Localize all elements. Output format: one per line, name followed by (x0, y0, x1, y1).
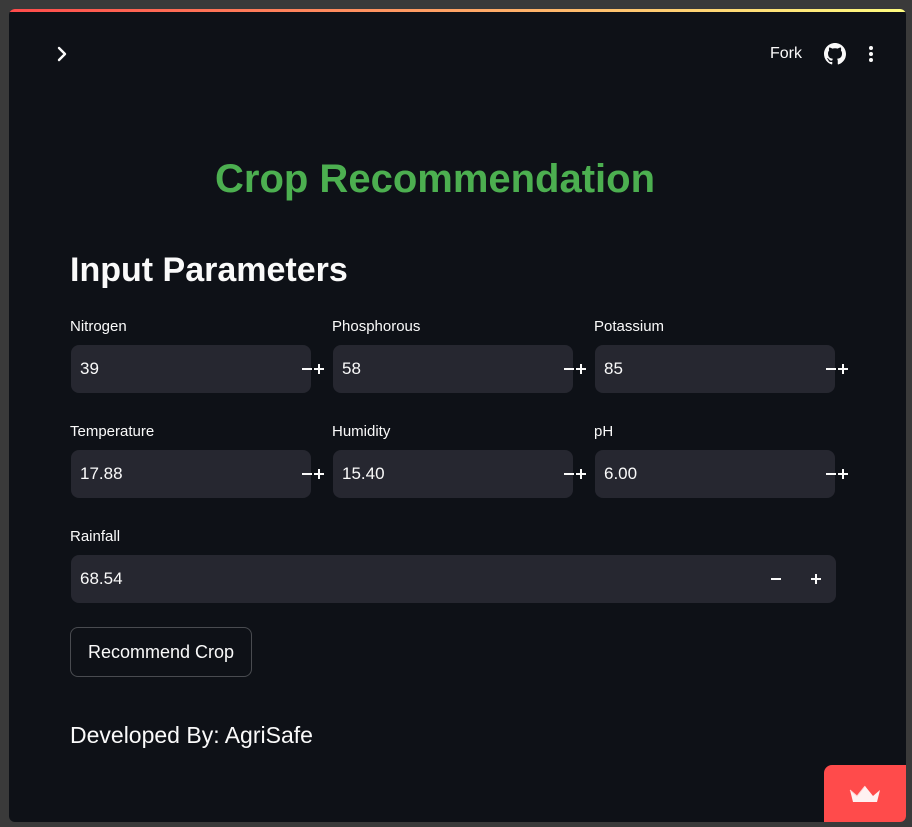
phosphorous-input[interactable] (333, 359, 563, 379)
ph-field: pH (594, 420, 848, 500)
plus-icon (576, 469, 586, 479)
phosphorous-field: Phosphorous (332, 315, 586, 395)
nitrogen-decrement-button[interactable] (301, 345, 313, 393)
rainfall-field: Rainfall (70, 525, 837, 605)
more-vertical-icon (869, 46, 873, 62)
humidity-input-container (333, 450, 586, 498)
streamlit-badge[interactable] (824, 765, 906, 822)
humidity-input[interactable] (333, 464, 563, 484)
minus-icon (302, 473, 312, 475)
rainfall-decrement-button[interactable] (756, 555, 796, 603)
ph-decrement-button[interactable] (825, 450, 837, 498)
potassium-input-container (595, 345, 848, 393)
temperature-decrement-button[interactable] (301, 450, 313, 498)
minus-icon (826, 368, 836, 370)
temperature-input-container (71, 450, 324, 498)
sidebar-toggle-button[interactable] (49, 41, 75, 67)
phosphorous-input-container (333, 345, 586, 393)
rainfall-input-container (71, 555, 836, 603)
fork-link[interactable]: Fork (770, 45, 802, 63)
main-menu-button[interactable] (868, 45, 874, 63)
ph-label: pH (594, 423, 614, 440)
humidity-increment-button[interactable] (575, 450, 587, 498)
humidity-decrement-button[interactable] (563, 450, 575, 498)
header-decoration-bar (9, 9, 906, 12)
minus-icon (302, 368, 312, 370)
temperature-input[interactable] (71, 464, 301, 484)
nitrogen-input-container (71, 345, 324, 393)
minus-icon (564, 368, 574, 370)
temperature-label: Temperature (70, 423, 155, 440)
rainfall-label: Rainfall (70, 528, 121, 545)
minus-icon (771, 578, 781, 580)
github-icon (824, 43, 846, 65)
plus-icon (838, 469, 848, 479)
toolbar-actions: Fork (770, 39, 874, 69)
github-button[interactable] (824, 43, 846, 65)
plus-icon (576, 364, 586, 374)
nitrogen-input[interactable] (71, 359, 301, 379)
nitrogen-label: Nitrogen (70, 318, 127, 335)
phosphorous-label: Phosphorous (332, 318, 421, 335)
page-title: Crop Recommendation (215, 157, 656, 201)
potassium-label: Potassium (594, 318, 665, 335)
section-title: Input Parameters (70, 251, 348, 289)
ph-increment-button[interactable] (837, 450, 849, 498)
developer-credit: Developed By: AgriSafe (70, 722, 313, 748)
plus-icon (811, 574, 821, 584)
humidity-label: Humidity (332, 423, 391, 440)
minus-icon (564, 473, 574, 475)
nitrogen-increment-button[interactable] (313, 345, 325, 393)
humidity-field: Humidity (332, 420, 586, 500)
phosphorous-decrement-button[interactable] (563, 345, 575, 393)
potassium-input[interactable] (595, 359, 825, 379)
potassium-increment-button[interactable] (837, 345, 849, 393)
nitrogen-field: Nitrogen (70, 315, 324, 395)
plus-icon (838, 364, 848, 374)
temperature-increment-button[interactable] (313, 450, 325, 498)
rainfall-increment-button[interactable] (796, 555, 836, 603)
ph-input-container (595, 450, 848, 498)
minus-icon (826, 473, 836, 475)
recommend-crop-button[interactable]: Recommend Crop (70, 627, 252, 677)
app-window: Fork Crop Recommendation Input Parameter… (9, 9, 906, 822)
potassium-field: Potassium (594, 315, 848, 395)
plus-icon (314, 469, 324, 479)
phosphorous-increment-button[interactable] (575, 345, 587, 393)
ph-input[interactable] (595, 464, 825, 484)
temperature-field: Temperature (70, 420, 324, 500)
potassium-decrement-button[interactable] (825, 345, 837, 393)
crown-icon (849, 785, 880, 802)
chevron-right-icon (57, 46, 67, 62)
rainfall-input[interactable] (71, 569, 756, 589)
plus-icon (314, 364, 324, 374)
